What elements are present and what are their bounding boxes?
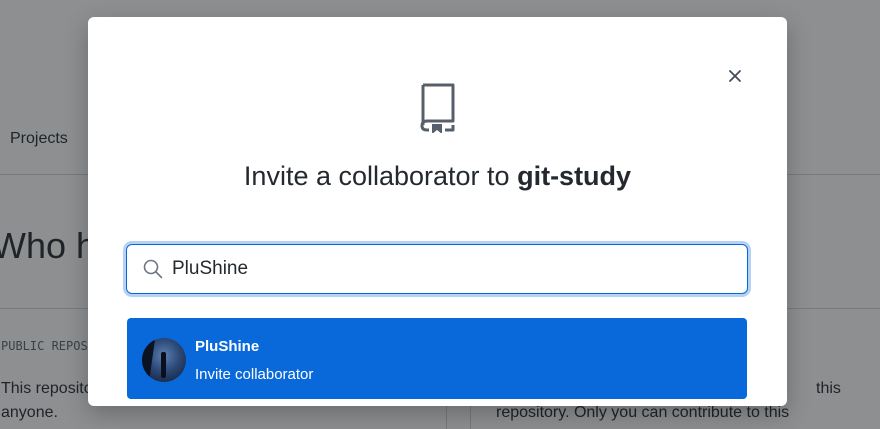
repo-icon — [420, 83, 455, 133]
search-icon — [143, 259, 163, 279]
invite-collaborator-dialog: Invite a collaborator to git-study PluSh… — [88, 17, 787, 406]
close-button[interactable] — [720, 61, 750, 91]
dialog-title-text: Invite a collaborator to — [243, 161, 518, 191]
suggestion-action: Invite collaborator — [195, 366, 314, 383]
avatar — [142, 338, 186, 382]
avatar-figure — [161, 352, 166, 378]
suggestion-username: PluShine — [195, 338, 260, 355]
collaborator-search-field[interactable] — [126, 244, 748, 294]
avatar-shade — [142, 338, 156, 382]
collaborator-search-input[interactable] — [172, 258, 732, 280]
repository-name: git-study — [517, 161, 632, 191]
dialog-title: Invite a collaborator to git-study — [88, 161, 787, 192]
close-icon — [729, 70, 741, 82]
user-suggestion-item[interactable]: PluShine Invite collaborator — [127, 318, 747, 399]
